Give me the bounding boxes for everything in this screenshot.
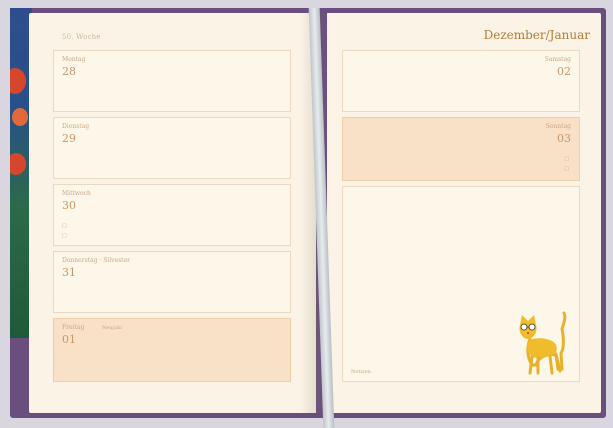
cat-illustration-icon (519, 311, 567, 375)
day-number: 29 (62, 132, 76, 145)
month-title: Dezember/Januar (483, 28, 590, 42)
notes-label: Notizen (351, 369, 371, 375)
day-name: Sonntag (545, 123, 571, 130)
checkbox-mark: □ (564, 156, 569, 162)
day-number: 03 (557, 132, 571, 145)
day-number: 02 (557, 65, 571, 78)
day-box-friday[interactable]: Freitag Neujahr 01 (53, 318, 291, 382)
day-box-wednesday[interactable]: Mittwoch 30 □ □ (53, 184, 291, 246)
checkbox-mark: □ (62, 223, 67, 229)
day-name: Dienstag (62, 123, 90, 130)
notes-box[interactable]: Notizen (342, 186, 580, 382)
day-box-saturday[interactable]: Samstag 02 (342, 50, 580, 112)
day-number: 30 (62, 199, 76, 212)
checkbox-mark: □ (62, 233, 67, 239)
day-name: Montag (62, 56, 86, 63)
day-box-tuesday[interactable]: Dienstag 29 (53, 117, 291, 179)
day-name: Mittwoch (62, 190, 91, 197)
day-box-thursday[interactable]: Donnerstag · Silvester 31 (53, 251, 291, 313)
day-name: Donnerstag · Silvester (62, 257, 130, 264)
day-number: 28 (62, 65, 76, 78)
day-box-monday[interactable]: Montag 28 (53, 50, 291, 112)
day-number: 01 (62, 333, 76, 346)
day-name: Samstag (544, 56, 571, 63)
holiday-label: Neujahr (102, 325, 123, 331)
day-name: Freitag (62, 324, 85, 331)
checkbox-mark: □ (564, 166, 569, 172)
day-box-sunday[interactable]: Sonntag 03 □ □ (342, 117, 580, 181)
week-label: 50. Woche (62, 33, 101, 41)
day-number: 31 (62, 266, 76, 279)
